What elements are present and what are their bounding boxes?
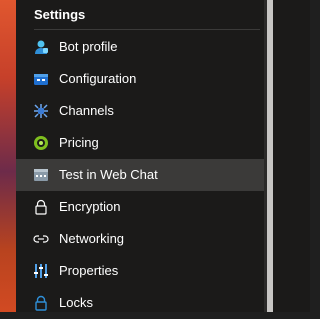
pricing-icon	[33, 135, 49, 151]
menu-item-channels[interactable]: Channels	[16, 95, 264, 127]
menu-item-label: Locks	[59, 295, 93, 310]
bot-profile-icon	[33, 39, 49, 55]
properties-icon	[33, 263, 49, 279]
menu-item-test-in-web-chat[interactable]: Test in Web Chat	[16, 159, 264, 191]
background-image-strip	[0, 0, 16, 312]
menu-item-label: Test in Web Chat	[59, 167, 158, 182]
menu-item-configuration[interactable]: Configuration	[16, 63, 264, 95]
menu-item-pricing[interactable]: Pricing	[16, 127, 264, 159]
section-title: Settings	[34, 7, 86, 22]
menu-item-bot-profile[interactable]: Bot profile	[16, 31, 264, 63]
menu-item-encryption[interactable]: Encryption	[16, 191, 264, 223]
web-chat-icon	[33, 167, 49, 183]
menu-item-label: Encryption	[59, 199, 121, 214]
configuration-icon	[33, 71, 49, 87]
networking-icon	[33, 231, 49, 247]
content-pane	[273, 0, 310, 312]
menu-item-locks[interactable]: Locks	[16, 287, 264, 319]
menu-item-label: Pricing	[59, 135, 99, 150]
section-divider	[34, 29, 260, 30]
menu-item-label: Bot profile	[59, 39, 118, 54]
settings-menu-panel: Settings Bot profile Configuration Chann…	[16, 0, 264, 312]
menu-item-label: Configuration	[59, 71, 137, 86]
menu-item-label: Networking	[59, 231, 125, 246]
menu-item-label: Properties	[59, 263, 119, 278]
menu-item-label: Channels	[59, 103, 114, 118]
channels-icon	[33, 103, 49, 119]
menu-item-properties[interactable]: Properties	[16, 255, 264, 287]
menu-item-networking[interactable]: Networking	[16, 223, 264, 255]
lock-icon	[33, 199, 49, 215]
locks-icon	[33, 295, 49, 311]
